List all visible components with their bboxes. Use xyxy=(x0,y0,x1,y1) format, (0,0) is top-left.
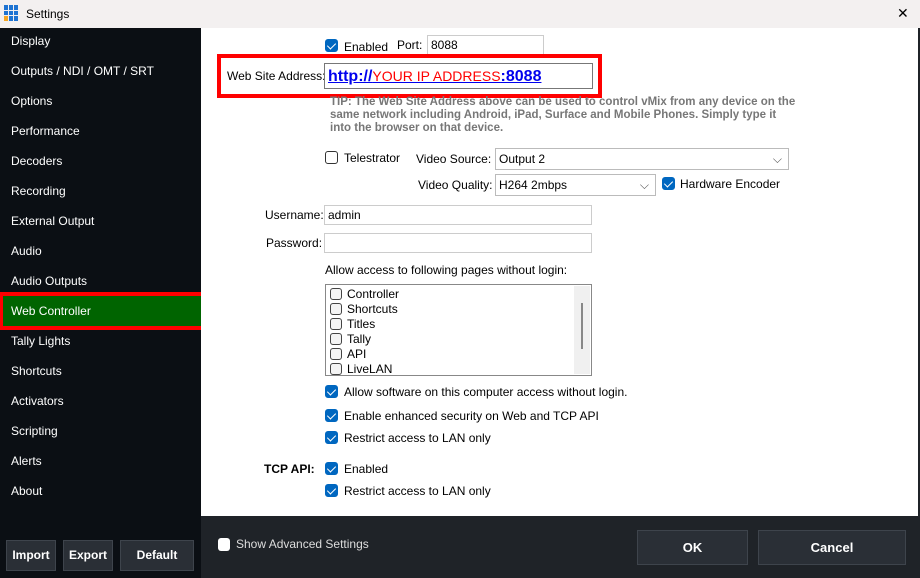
address-label: Web Site Address: xyxy=(227,69,326,83)
page-access-item[interactable]: Tally xyxy=(330,332,371,347)
sidebar-item-web-controller[interactable]: Web Controller xyxy=(0,292,206,330)
tcp-enabled-label: Enabled xyxy=(344,462,389,476)
pages-list: Controller Shortcuts Titles Tally API LiveLAN xyxy=(325,284,592,376)
chevron-down-icon: ⌵ xyxy=(772,152,782,166)
window-title: Settings xyxy=(26,7,70,21)
page-access-item[interactable]: Controller xyxy=(330,287,399,302)
username-input[interactable]: admin xyxy=(324,205,592,225)
video-quality-select[interactable]: H264 2mbps ⌵ xyxy=(495,174,656,196)
tcp-api-label: TCP API: xyxy=(264,462,315,476)
page-label: Shortcuts xyxy=(347,302,398,316)
video-quality-label: Video Quality: xyxy=(418,178,493,192)
title-bar: Settings ✕ xyxy=(0,0,920,28)
enhanced-security-checkbox[interactable] xyxy=(325,409,338,422)
address-suffix: :8088 xyxy=(500,68,542,85)
sidebar-item-options[interactable]: Options xyxy=(0,86,201,116)
sidebar-item-external-output[interactable]: External Output xyxy=(0,206,201,236)
video-source-label: Video Source: xyxy=(416,152,492,166)
sidebar-item-outputs-ndi-omt-srt[interactable]: Outputs / NDI / OMT / SRT xyxy=(0,56,201,86)
page-label: LiveLAN xyxy=(347,362,393,376)
hardware-encoder-checkbox[interactable] xyxy=(662,177,675,190)
tcp-restrict-lan-checkbox[interactable] xyxy=(325,484,338,497)
page-checkbox[interactable] xyxy=(330,363,342,375)
sidebar-item-shortcuts[interactable]: Shortcuts xyxy=(0,356,201,386)
page-checkbox[interactable] xyxy=(330,333,342,345)
sidebar-item-alerts[interactable]: Alerts xyxy=(0,446,201,476)
sidebar-item-audio-outputs[interactable]: Audio Outputs xyxy=(0,266,201,296)
hardware-encoder-label: Hardware Encoder xyxy=(680,177,781,191)
username-label: Username: xyxy=(265,208,324,222)
page-checkbox[interactable] xyxy=(330,318,342,330)
tip-text: TIP: The Web Site Address above can be u… xyxy=(330,96,796,134)
web-address-link[interactable]: http://YOUR IP ADDRESS:8088 xyxy=(324,63,593,89)
close-icon[interactable]: ✕ xyxy=(897,5,909,22)
page-access-item[interactable]: Shortcuts xyxy=(330,302,398,317)
sidebar-item-activators[interactable]: Activators xyxy=(0,386,201,416)
port-input[interactable]: 8088 xyxy=(427,35,544,55)
password-label: Password: xyxy=(266,236,323,250)
ok-button[interactable]: OK xyxy=(637,530,748,565)
pages-scrollbar[interactable] xyxy=(574,286,590,374)
page-access-item[interactable]: API xyxy=(330,347,366,362)
sidebar-item-tally-lights[interactable]: Tally Lights xyxy=(0,326,201,356)
scrollbar-thumb[interactable] xyxy=(581,303,583,349)
tcp-enabled-checkbox[interactable] xyxy=(325,462,338,475)
sidebar-item-display[interactable]: Display xyxy=(0,26,201,56)
web-controller-panel: Enabled Port: 8088 Web Site Address: htt… xyxy=(201,28,918,516)
footer-bar: Show Advanced Settings OK Cancel xyxy=(201,516,918,578)
address-prefix: http:// xyxy=(328,68,373,85)
page-label: Tally xyxy=(347,332,372,346)
chevron-down-icon: ⌵ xyxy=(639,178,649,192)
page-access-item[interactable]: Titles xyxy=(330,317,375,332)
sidebar-item-decoders[interactable]: Decoders xyxy=(0,146,201,176)
sidebar-item-about[interactable]: About xyxy=(0,476,201,506)
app-logo-icon xyxy=(4,5,20,21)
sidebar-item-recording[interactable]: Recording xyxy=(0,176,201,206)
telestrator-checkbox[interactable] xyxy=(325,151,338,164)
video-source-value: Output 2 xyxy=(499,152,546,166)
page-checkbox[interactable] xyxy=(330,303,342,315)
tcp-restrict-lan-label: Restrict access to LAN only xyxy=(344,484,491,498)
web-enabled-label: Enabled xyxy=(344,40,389,54)
video-quality-value: H264 2mbps xyxy=(499,178,568,192)
page-checkbox[interactable] xyxy=(330,348,342,360)
sidebar-item-performance[interactable]: Performance xyxy=(0,116,201,146)
export-button[interactable]: Export xyxy=(63,540,113,571)
cancel-button[interactable]: Cancel xyxy=(758,530,906,565)
allow-local-checkbox[interactable] xyxy=(325,385,338,398)
allow-local-label: Allow software on this computer access w… xyxy=(344,385,628,399)
telestrator-label: Telestrator xyxy=(344,151,401,165)
page-checkbox[interactable] xyxy=(330,288,342,300)
video-source-select[interactable]: Output 2 ⌵ xyxy=(495,148,789,170)
sidebar: Display Outputs / NDI / OMT / SRT Options P… xyxy=(0,26,206,578)
show-advanced-label: Show Advanced Settings xyxy=(236,537,369,551)
enhanced-security-label: Enable enhanced security on Web and TCP … xyxy=(344,409,599,423)
default-button[interactable]: Default xyxy=(120,540,194,571)
web-restrict-lan-label: Restrict access to LAN only xyxy=(344,431,491,445)
page-label: Controller xyxy=(347,287,400,301)
password-input[interactable] xyxy=(324,233,592,253)
web-enabled-checkbox[interactable] xyxy=(325,39,338,52)
page-label: Titles xyxy=(347,317,376,331)
sidebar-item-scripting[interactable]: Scripting xyxy=(0,416,201,446)
address-ip: YOUR IP ADDRESS xyxy=(372,68,501,84)
page-label: API xyxy=(347,347,367,361)
import-button[interactable]: Import xyxy=(6,540,56,571)
sidebar-item-audio[interactable]: Audio xyxy=(0,236,201,266)
port-label: Port: xyxy=(397,38,423,52)
pages-label: Allow access to following pages without … xyxy=(325,263,568,277)
show-advanced-checkbox[interactable] xyxy=(218,538,230,551)
web-restrict-lan-checkbox[interactable] xyxy=(325,431,338,444)
page-access-item[interactable]: LiveLAN xyxy=(330,362,392,377)
